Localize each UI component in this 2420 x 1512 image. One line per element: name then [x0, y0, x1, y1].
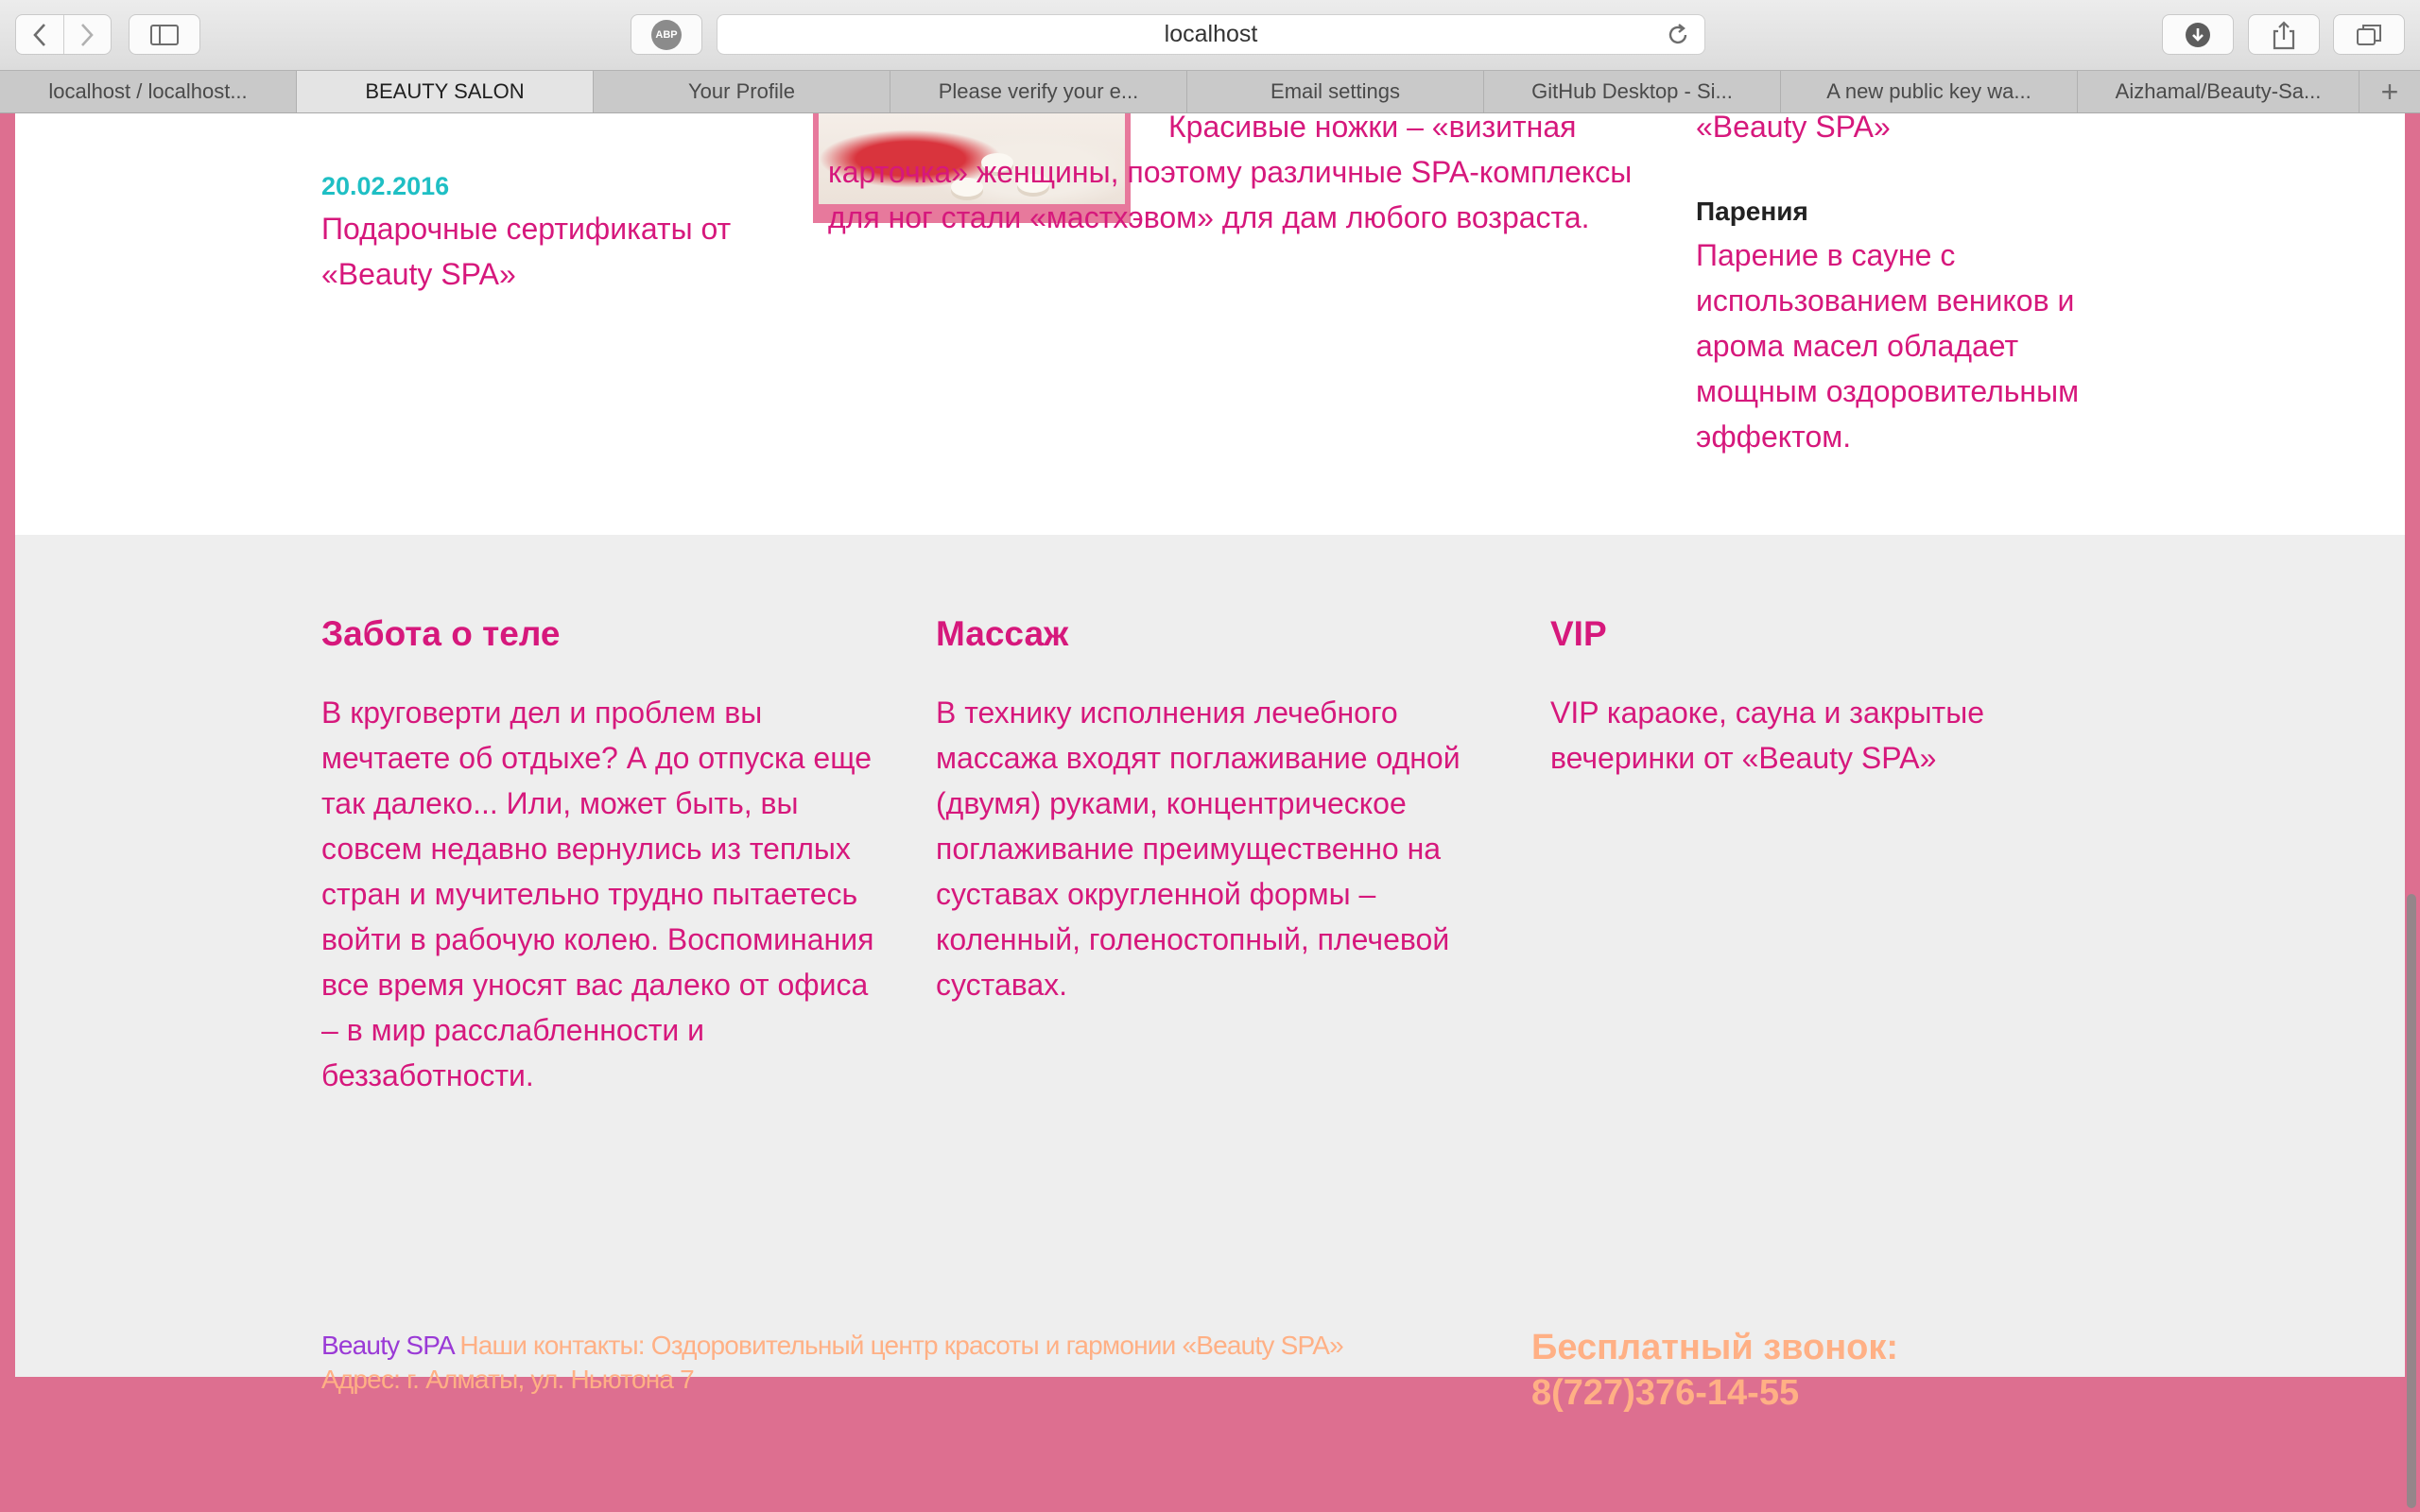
tab-aizhamal-repo[interactable]: Aizhamal/Beauty-Sa...: [2078, 71, 2360, 112]
browser-toolbar: ABP localhost: [0, 0, 2420, 70]
tab-your-profile[interactable]: Your Profile: [594, 71, 890, 112]
service-title: VIP: [1550, 614, 1607, 653]
sidebar-button[interactable]: [129, 14, 200, 55]
forward-button[interactable]: [62, 15, 112, 54]
service-title: Массаж: [936, 614, 1069, 653]
downloads-button[interactable]: [2162, 14, 2234, 55]
footer-contacts: Beauty SPA Наши контакты: Оздоровительны…: [321, 1329, 1344, 1397]
tab-overview-button[interactable]: [2333, 14, 2405, 55]
service-title: Забота о теле: [321, 614, 561, 653]
chevron-left-icon: [32, 23, 45, 46]
share-button[interactable]: [2248, 14, 2320, 55]
sauna-prev-text: «Beauty SPA»: [1696, 113, 1891, 144]
sidebar-icon: [150, 24, 179, 45]
adblock-icon: ABP: [651, 19, 682, 50]
service-text: VIP караоке, сауна и закрытые вечеринки …: [1550, 696, 1984, 775]
tab-github-desktop[interactable]: GitHub Desktop - Si...: [1484, 71, 1781, 112]
tab-verify-email[interactable]: Please verify your e...: [890, 71, 1187, 112]
service-text: В круговерти дел и проблем вы мечтаете о…: [321, 696, 874, 1092]
nav-buttons: [15, 14, 112, 55]
footer-contacts-text: Наши контакты: Оздоровительный центр кра…: [453, 1331, 1343, 1360]
tab-public-key[interactable]: A new public key wa...: [1781, 71, 2078, 112]
tab-bar: localhost / localhost... BEAUTY SALON Yo…: [0, 70, 2420, 113]
free-call-label: Бесплатный звонок:: [1531, 1328, 1899, 1367]
tabs-icon: [2357, 24, 2381, 45]
service-text: В технику исполнения лечебного массажа в…: [936, 696, 1461, 1002]
news-section: 20.02.2016 Подарочные сертификаты от «Be…: [15, 113, 2405, 535]
news-date: 20.02.2016: [321, 172, 450, 200]
tab-email-settings[interactable]: Email settings: [1187, 71, 1484, 112]
footer-contacts-line: Beauty SPA Наши контакты: Оздоровительны…: [321, 1329, 1344, 1363]
service-body-care: Забота о теле В круговерти дел и проблем…: [321, 614, 889, 1098]
service-massage: Массаж В технику исполнения лечебного ма…: [936, 614, 1475, 1007]
news-title-link[interactable]: Подарочные сертификаты от «Beauty SPA»: [321, 206, 775, 297]
phone-number[interactable]: 8(727)376-14-55: [1531, 1370, 1898, 1416]
footer-address: Адрес: г. Алматы, ул. Ньютона 7: [321, 1365, 695, 1394]
download-icon: [2186, 22, 2210, 47]
share-icon: [2273, 20, 2295, 49]
reload-icon[interactable]: [1665, 22, 1691, 48]
sauna-text: Парение в сауне с использованием веников…: [1696, 238, 2080, 454]
back-button[interactable]: [16, 15, 63, 54]
legs-article-text: Красивые ножки – «визитная карточка» жен…: [828, 113, 1633, 234]
tab-beauty-salon[interactable]: BEAUTY SALON: [297, 71, 594, 112]
footer-free-call: Бесплатный звонок: 8(727)376-14-55: [1531, 1325, 1898, 1416]
page-scrollbar[interactable]: [2407, 894, 2416, 1508]
new-tab-button[interactable]: +: [2360, 71, 2420, 112]
address-bar[interactable]: localhost: [717, 14, 1705, 55]
adblock-button[interactable]: ABP: [631, 14, 702, 55]
sauna-heading: Парения: [1696, 197, 1808, 226]
page-background: 20.02.2016 Подарочные сертификаты от «Be…: [0, 113, 2420, 1512]
chevron-right-icon: [81, 23, 95, 46]
url-text: localhost: [1164, 21, 1258, 47]
footer-brand-link[interactable]: Beauty SPA: [321, 1331, 454, 1360]
tab-localhost[interactable]: localhost / localhost...: [0, 71, 297, 112]
service-vip: VIP VIP караоке, сауна и закрытые вечери…: [1550, 614, 2042, 781]
